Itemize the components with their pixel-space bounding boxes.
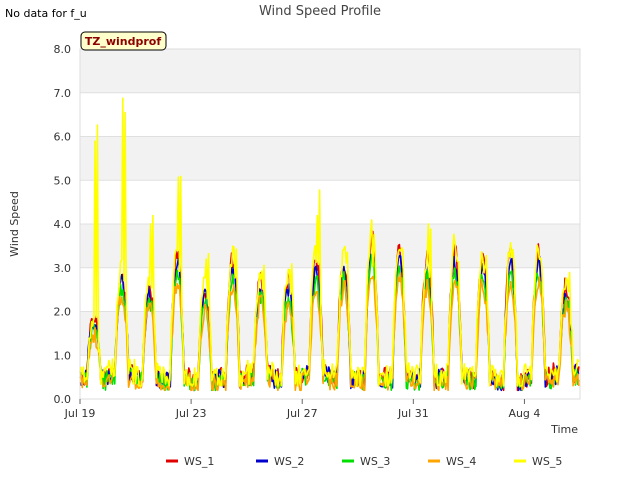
x-axis-label: Time: [550, 423, 578, 436]
y-tick-label: 8.0: [54, 43, 72, 56]
wind-speed-chart: No data for f_u Wind Speed Profile 0.0 1.…: [5, 4, 581, 468]
background-band: [80, 224, 580, 268]
legend-label: WS_1: [184, 455, 214, 468]
y-tick-label: 0.0: [54, 393, 72, 406]
x-tick-label: Aug 4: [508, 407, 540, 420]
legend: WS_1 WS_2 WS_3 WS_4 WS_5: [166, 455, 562, 468]
y-tick-label: 1.0: [54, 349, 72, 362]
x-tick-label: Jul 23: [175, 407, 207, 420]
background-band: [80, 49, 580, 93]
background-band: [80, 136, 580, 181]
legend-label: WS_3: [360, 455, 390, 468]
y-tick-label: 6.0: [54, 131, 72, 144]
y-tick-label: 4.0: [54, 218, 72, 231]
legend-label: WS_2: [274, 455, 304, 468]
y-tick-label: 3.0: [54, 262, 72, 275]
background-band: [80, 180, 580, 224]
y-tick-label: 2.0: [54, 306, 72, 319]
legend-label: WS_4: [446, 455, 476, 468]
legend-label: WS_5: [532, 455, 562, 468]
no-data-note: No data for f_u: [5, 7, 87, 20]
x-axis-ticks: Jul 19 Jul 23 Jul 27 Jul 31 Aug 4: [64, 399, 540, 420]
y-axis-ticks: 0.0 1.0 2.0 3.0 4.0 5.0 6.0 7.0 8.0: [54, 43, 72, 406]
x-tick-label: Jul 19: [64, 407, 96, 420]
y-tick-label: 5.0: [54, 174, 72, 187]
x-tick-label: Jul 27: [286, 407, 318, 420]
background-band: [80, 92, 580, 137]
tz-badge-label: TZ_windprof: [85, 35, 161, 48]
y-tick-label: 7.0: [54, 87, 72, 100]
y-axis-label: Wind Speed: [8, 191, 21, 257]
x-tick-label: Jul 31: [397, 407, 429, 420]
chart-title: Wind Speed Profile: [259, 4, 381, 19]
